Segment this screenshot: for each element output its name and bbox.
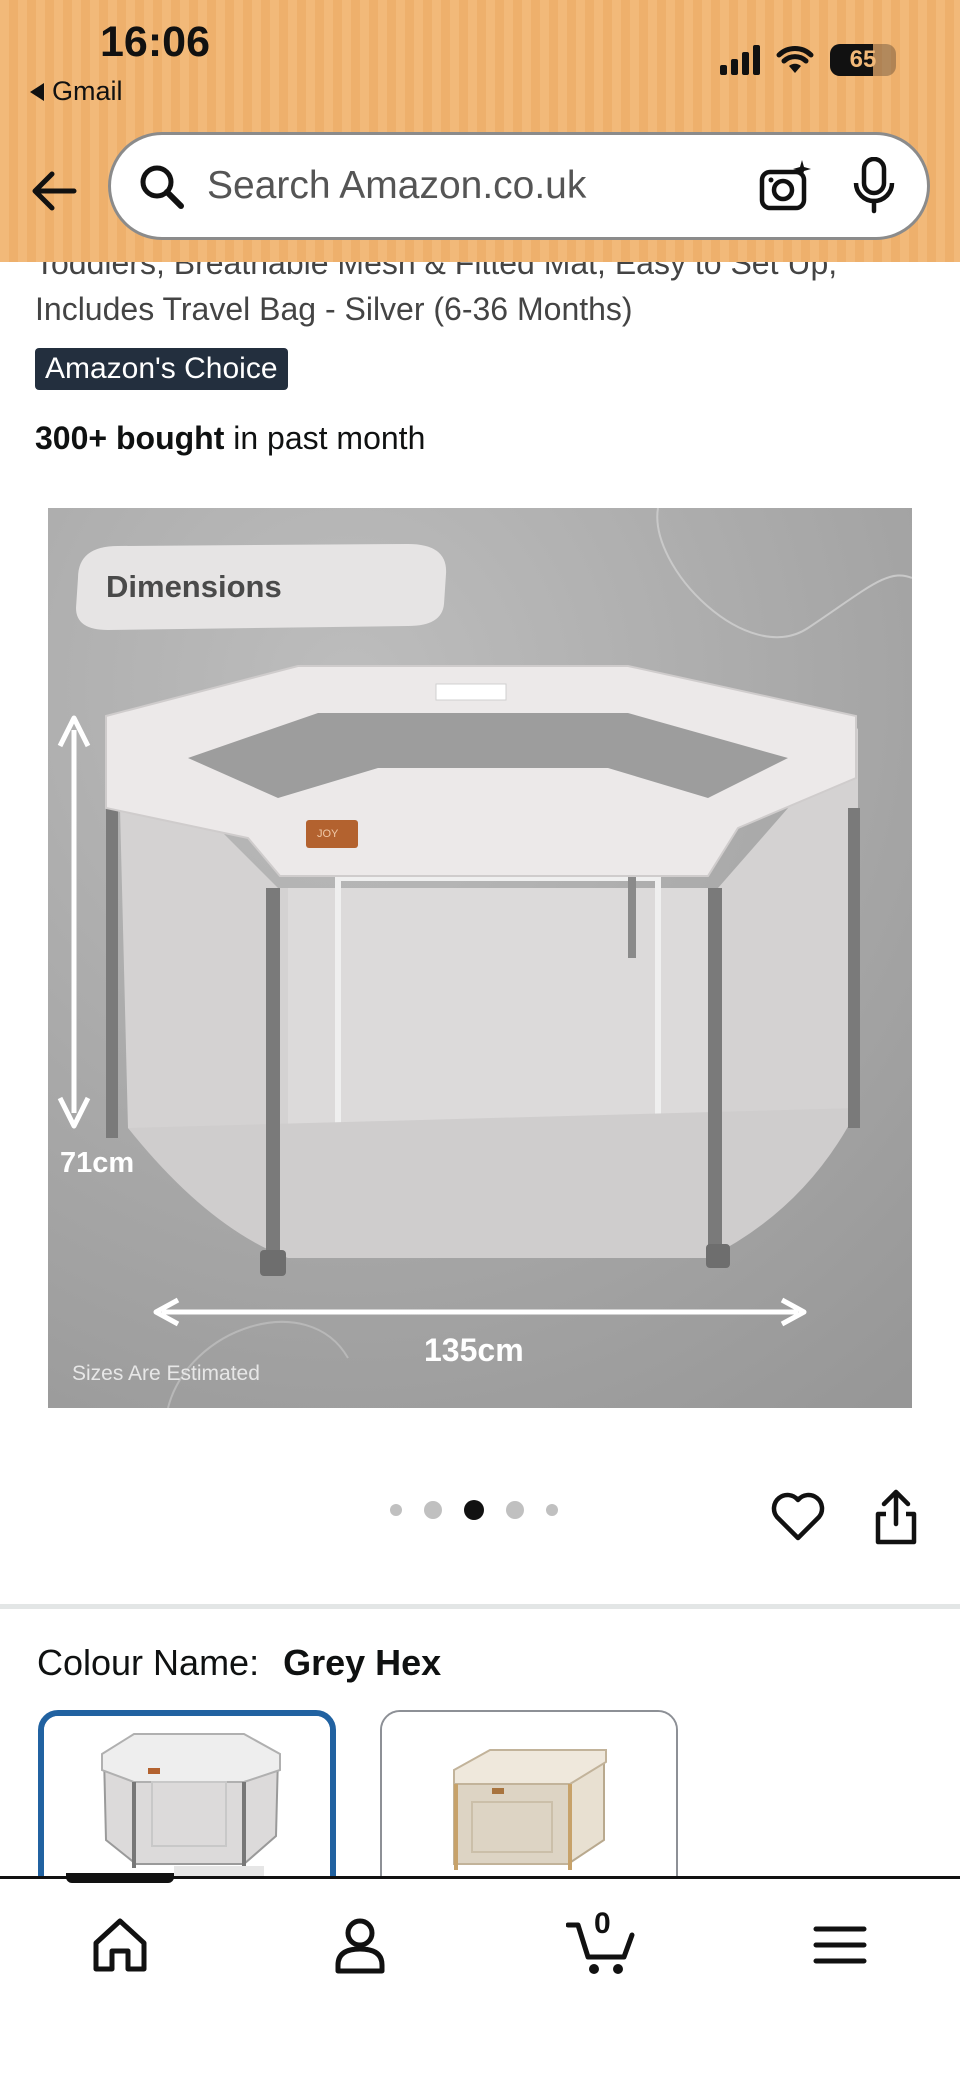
account-icon[interactable] xyxy=(328,1913,392,1977)
camera-search-button[interactable] xyxy=(751,151,821,221)
grey-hex-thumbnail xyxy=(44,1716,330,1894)
share-icon[interactable] xyxy=(872,1488,920,1546)
colour-name-label: Colour Name: xyxy=(37,1642,260,1683)
image-carousel-dots[interactable] xyxy=(390,1500,558,1520)
cellular-signal-icon xyxy=(720,45,760,75)
brand-tag: JOY xyxy=(317,828,339,840)
battery-level: 65 xyxy=(849,46,877,73)
carousel-dot-active[interactable] xyxy=(464,1500,484,1520)
voice-search-button[interactable] xyxy=(839,151,909,221)
search-icon xyxy=(140,165,184,209)
home-icon[interactable] xyxy=(88,1913,152,1977)
bottom-navigation-bar: 0 xyxy=(0,1873,960,2078)
app-header: 16:06 Gmail 65 Search Amazon.co.uk xyxy=(0,0,960,262)
height-label: 71cm xyxy=(60,1147,134,1179)
back-triangle-icon xyxy=(30,82,44,101)
menu-icon[interactable] xyxy=(808,1913,872,1977)
colour-swatch-beige[interactable] xyxy=(380,1710,678,1900)
camera-sparkle-icon xyxy=(759,160,811,211)
carousel-dot[interactable] xyxy=(390,1504,402,1516)
cart-count: 0 xyxy=(594,1907,611,1940)
playpen-image: Dimensions JOY 71cm 135cm Sizes Are Esti… xyxy=(48,508,912,1408)
status-time: 16:06 xyxy=(100,18,210,66)
dimensions-label: Dimensions xyxy=(106,569,282,604)
search-bar[interactable]: Search Amazon.co.uk xyxy=(108,132,930,240)
section-divider xyxy=(0,1604,960,1609)
width-label: 135cm xyxy=(424,1332,524,1368)
carousel-dot[interactable] xyxy=(506,1501,524,1519)
battery-icon: 65 xyxy=(830,44,896,76)
wifi-icon xyxy=(776,46,814,73)
bought-count: 300+ bought xyxy=(35,420,225,456)
beige-square-thumbnail xyxy=(382,1712,676,1898)
amazons-choice-badge: Amazon's Choice xyxy=(35,348,288,390)
back-app-label: Gmail xyxy=(52,76,123,106)
colour-swatch-grey-hex[interactable] xyxy=(38,1710,336,1900)
product-image[interactable]: Dimensions JOY 71cm 135cm Sizes Are Esti… xyxy=(48,508,912,1408)
status-icons: 65 xyxy=(720,44,896,76)
carousel-dot[interactable] xyxy=(424,1501,442,1519)
search-placeholder[interactable]: Search Amazon.co.uk xyxy=(207,164,751,208)
colour-name-value: Grey Hex xyxy=(283,1642,442,1683)
sizes-note: Sizes Are Estimated xyxy=(72,1362,260,1385)
colour-name-row: Colour Name: Grey Hex xyxy=(37,1642,441,1684)
product-title-line2: Includes Travel Bag - Silver (6-36 Month… xyxy=(35,291,633,327)
microphone-icon xyxy=(853,157,895,214)
carousel-dot[interactable] xyxy=(546,1504,558,1516)
heart-icon[interactable] xyxy=(770,1490,826,1542)
bought-suffix: in past month xyxy=(233,420,426,456)
home-active-indicator xyxy=(66,1873,174,1883)
back-to-gmail[interactable]: Gmail xyxy=(30,76,123,107)
bought-in-past-month: 300+ bought in past month xyxy=(35,420,425,457)
back-arrow-icon[interactable] xyxy=(28,164,82,218)
